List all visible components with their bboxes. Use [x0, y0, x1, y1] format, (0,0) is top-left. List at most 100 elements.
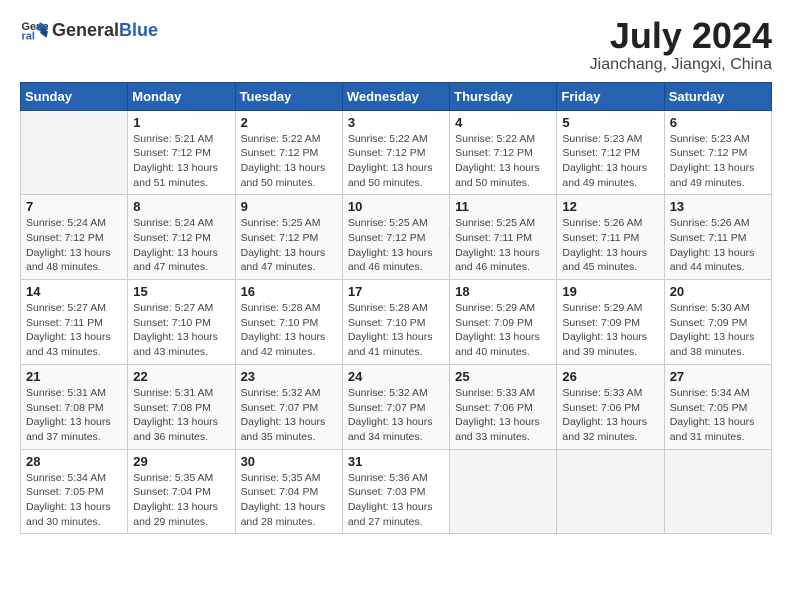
calendar-cell: 18 Sunrise: 5:29 AMSunset: 7:09 PMDayligh…: [450, 280, 557, 365]
day-info: Sunrise: 5:32 AMSunset: 7:07 PMDaylight:…: [241, 386, 337, 445]
day-number: 29: [133, 454, 229, 469]
logo: Gene ral GeneralBlue: [20, 16, 158, 44]
day-info: Sunrise: 5:32 AMSunset: 7:07 PMDaylight:…: [348, 386, 444, 445]
calendar-cell: [21, 110, 128, 195]
calendar-cell: [664, 449, 771, 534]
calendar-cell: 13Sunrise: 5:26 AMSunset: 7:11 PMDayligh…: [664, 195, 771, 280]
weekday-header: Tuesday: [235, 82, 342, 110]
calendar-cell: 21Sunrise: 5:31 AMSunset: 7:08 PMDayligh…: [21, 364, 128, 449]
day-number: 28: [26, 454, 122, 469]
page-header: Gene ral GeneralBlue July 2024 Jianchang…: [20, 16, 772, 74]
day-info: Sunrise: 5:25 AMSunset: 7:12 PMDaylight:…: [348, 216, 444, 275]
day-info: Sunrise: 5:22 AMSunset: 7:12 PMDaylight:…: [348, 132, 444, 191]
day-info: Sunrise: 5:31 AMSunset: 7:08 PMDaylight:…: [133, 386, 229, 445]
day-info: Sunrise: 5:29 AMSunset: 7:09 PMDaylight:…: [455, 301, 551, 360]
calendar-cell: 6 Sunrise: 5:23 AMSunset: 7:12 PMDaylight…: [664, 110, 771, 195]
day-number: 5: [562, 115, 658, 130]
day-number: 26: [562, 369, 658, 384]
day-info: Sunrise: 5:25 AMSunset: 7:11 PMDaylight:…: [455, 216, 551, 275]
page-title: July 2024: [590, 16, 772, 56]
calendar-cell: 2 Sunrise: 5:22 AMSunset: 7:12 PMDaylight…: [235, 110, 342, 195]
calendar-week-row: 7 Sunrise: 5:24 AMSunset: 7:12 PMDaylight…: [21, 195, 772, 280]
day-number: 9: [241, 199, 337, 214]
calendar-cell: 30Sunrise: 5:35 AMSunset: 7:04 PMDayligh…: [235, 449, 342, 534]
calendar-cell: 20 Sunrise: 5:30 AMSunset: 7:09 PMDayligh…: [664, 280, 771, 365]
calendar-cell: 29 Sunrise: 5:35 AMSunset: 7:04 PMDayligh…: [128, 449, 235, 534]
day-number: 17: [348, 284, 444, 299]
day-info: Sunrise: 5:22 AMSunset: 7:12 PMDaylight:…: [241, 132, 337, 191]
day-info: Sunrise: 5:36 AMSunset: 7:03 PMDaylight:…: [348, 471, 444, 530]
day-info: Sunrise: 5:23 AMSunset: 7:12 PMDaylight:…: [562, 132, 658, 191]
day-info: Sunrise: 5:25 AMSunset: 7:12 PMDaylight:…: [241, 216, 337, 275]
calendar-cell: 8Sunrise: 5:24 AMSunset: 7:12 PMDaylight…: [128, 195, 235, 280]
calendar-week-row: 28 Sunrise: 5:34 AMSunset: 7:05 PMDayligh…: [21, 449, 772, 534]
day-number: 13: [670, 199, 766, 214]
day-info: Sunrise: 5:21 AMSunset: 7:12 PMDaylight:…: [133, 132, 229, 191]
svg-text:ral: ral: [22, 30, 35, 42]
weekday-header: Monday: [128, 82, 235, 110]
day-info: Sunrise: 5:29 AMSunset: 7:09 PMDaylight:…: [562, 301, 658, 360]
day-number: 30: [241, 454, 337, 469]
day-number: 4: [455, 115, 551, 130]
day-number: 23: [241, 369, 337, 384]
day-info: Sunrise: 5:34 AMSunset: 7:05 PMDaylight:…: [26, 471, 122, 530]
calendar-table: SundayMondayTuesdayWednesdayThursdayFrid…: [20, 82, 772, 535]
day-number: 19: [562, 284, 658, 299]
calendar-cell: 26 Sunrise: 5:33 AMSunset: 7:06 PMDayligh…: [557, 364, 664, 449]
day-info: Sunrise: 5:27 AMSunset: 7:11 PMDaylight:…: [26, 301, 122, 360]
day-info: Sunrise: 5:27 AMSunset: 7:10 PMDaylight:…: [133, 301, 229, 360]
calendar-week-row: 21Sunrise: 5:31 AMSunset: 7:08 PMDayligh…: [21, 364, 772, 449]
day-number: 31: [348, 454, 444, 469]
calendar-cell: 11 Sunrise: 5:25 AMSunset: 7:11 PMDayligh…: [450, 195, 557, 280]
calendar-cell: [557, 449, 664, 534]
calendar-header-row: SundayMondayTuesdayWednesdayThursdayFrid…: [21, 82, 772, 110]
calendar-cell: 28 Sunrise: 5:34 AMSunset: 7:05 PMDayligh…: [21, 449, 128, 534]
weekday-header: Thursday: [450, 82, 557, 110]
calendar-cell: 19 Sunrise: 5:29 AMSunset: 7:09 PMDayligh…: [557, 280, 664, 365]
weekday-header: Friday: [557, 82, 664, 110]
day-info: Sunrise: 5:35 AMSunset: 7:04 PMDaylight:…: [133, 471, 229, 530]
calendar-cell: 23 Sunrise: 5:32 AMSunset: 7:07 PMDayligh…: [235, 364, 342, 449]
calendar-cell: 10Sunrise: 5:25 AMSunset: 7:12 PMDayligh…: [342, 195, 449, 280]
day-number: 20: [670, 284, 766, 299]
calendar-cell: 5 Sunrise: 5:23 AMSunset: 7:12 PMDaylight…: [557, 110, 664, 195]
calendar-cell: 15 Sunrise: 5:27 AMSunset: 7:10 PMDayligh…: [128, 280, 235, 365]
day-number: 15: [133, 284, 229, 299]
day-info: Sunrise: 5:24 AMSunset: 7:12 PMDaylight:…: [26, 216, 122, 275]
day-number: 25: [455, 369, 551, 384]
day-info: Sunrise: 5:30 AMSunset: 7:09 PMDaylight:…: [670, 301, 766, 360]
day-number: 6: [670, 115, 766, 130]
calendar-cell: 31 Sunrise: 5:36 AMSunset: 7:03 PMDayligh…: [342, 449, 449, 534]
location-subtitle: Jianchang, Jiangxi, China: [590, 56, 772, 74]
day-number: 18: [455, 284, 551, 299]
calendar-week-row: 1Sunrise: 5:21 AMSunset: 7:12 PMDaylight…: [21, 110, 772, 195]
calendar-cell: 3 Sunrise: 5:22 AMSunset: 7:12 PMDaylight…: [342, 110, 449, 195]
day-info: Sunrise: 5:23 AMSunset: 7:12 PMDaylight:…: [670, 132, 766, 191]
day-number: 16: [241, 284, 337, 299]
day-info: Sunrise: 5:33 AMSunset: 7:06 PMDaylight:…: [455, 386, 551, 445]
logo-text-general: General: [52, 20, 119, 40]
day-number: 24: [348, 369, 444, 384]
calendar-cell: 24 Sunrise: 5:32 AMSunset: 7:07 PMDayligh…: [342, 364, 449, 449]
day-number: 7: [26, 199, 122, 214]
day-number: 2: [241, 115, 337, 130]
day-number: 3: [348, 115, 444, 130]
weekday-header: Sunday: [21, 82, 128, 110]
day-info: Sunrise: 5:22 AMSunset: 7:12 PMDaylight:…: [455, 132, 551, 191]
day-number: 14: [26, 284, 122, 299]
calendar-cell: 22Sunrise: 5:31 AMSunset: 7:08 PMDayligh…: [128, 364, 235, 449]
day-info: Sunrise: 5:33 AMSunset: 7:06 PMDaylight:…: [562, 386, 658, 445]
day-info: Sunrise: 5:31 AMSunset: 7:08 PMDaylight:…: [26, 386, 122, 445]
calendar-cell: 16 Sunrise: 5:28 AMSunset: 7:10 PMDayligh…: [235, 280, 342, 365]
calendar-cell: 14 Sunrise: 5:27 AMSunset: 7:11 PMDayligh…: [21, 280, 128, 365]
day-info: Sunrise: 5:28 AMSunset: 7:10 PMDaylight:…: [241, 301, 337, 360]
weekday-header: Wednesday: [342, 82, 449, 110]
logo-text-blue: Blue: [119, 20, 158, 40]
day-info: Sunrise: 5:28 AMSunset: 7:10 PMDaylight:…: [348, 301, 444, 360]
day-number: 12: [562, 199, 658, 214]
calendar-week-row: 14 Sunrise: 5:27 AMSunset: 7:11 PMDayligh…: [21, 280, 772, 365]
day-info: Sunrise: 5:24 AMSunset: 7:12 PMDaylight:…: [133, 216, 229, 275]
title-block: July 2024 Jianchang, Jiangxi, China: [590, 16, 772, 74]
day-number: 11: [455, 199, 551, 214]
weekday-header: Saturday: [664, 82, 771, 110]
